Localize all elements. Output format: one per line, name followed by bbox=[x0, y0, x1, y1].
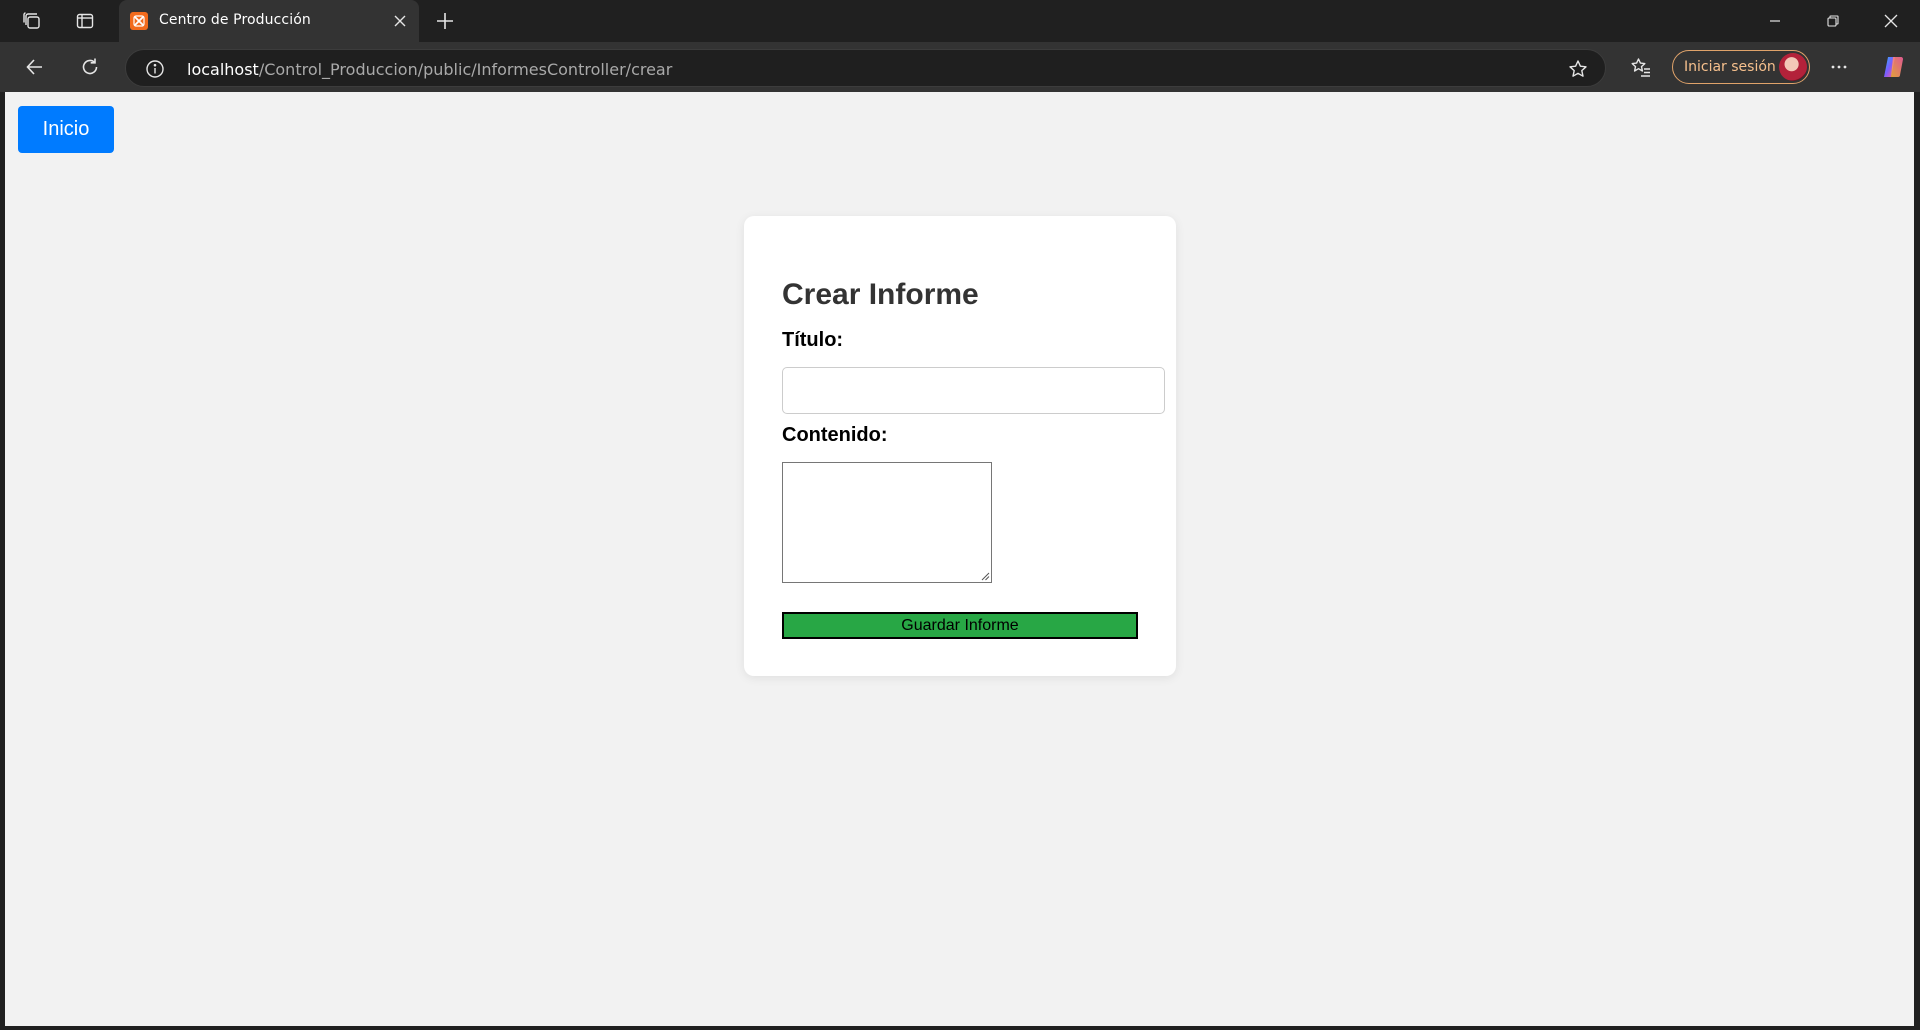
restore-icon[interactable] bbox=[1805, 0, 1861, 42]
favorites-icon[interactable] bbox=[1625, 51, 1657, 83]
resize-grip-icon[interactable] bbox=[980, 571, 990, 581]
create-report-form: Crear Informe Título: Contenido: Guardar… bbox=[744, 216, 1176, 676]
tab-title: Centro de Producción bbox=[159, 12, 311, 28]
content-label: Contenido: bbox=[782, 424, 888, 446]
title-label: Título: bbox=[782, 329, 844, 351]
page-title: Crear Informe bbox=[782, 278, 979, 311]
star-icon[interactable] bbox=[1567, 58, 1589, 80]
back-arrow-icon[interactable] bbox=[19, 51, 51, 83]
info-icon[interactable] bbox=[145, 59, 165, 79]
close-icon[interactable] bbox=[1863, 0, 1919, 42]
active-tab[interactable]: Centro de Producción bbox=[119, 0, 419, 42]
plus-icon[interactable] bbox=[430, 6, 460, 36]
tab-actions-icon[interactable] bbox=[70, 6, 100, 36]
browser-toolbar: localhost/Control_Produccion/public/Info… bbox=[0, 42, 1920, 92]
url-host: localhost bbox=[187, 60, 259, 79]
url-text[interactable]: localhost/Control_Produccion/public/Info… bbox=[187, 60, 672, 79]
save-report-button[interactable]: Guardar Informe bbox=[782, 612, 1138, 639]
browser-tab-bar: Centro de Producción bbox=[0, 0, 1920, 42]
url-path: /Control_Produccion/public/InformesContr… bbox=[258, 60, 673, 79]
signin-label: Iniciar sesión bbox=[1684, 59, 1776, 75]
workspaces-icon[interactable] bbox=[17, 6, 47, 36]
title-input[interactable] bbox=[782, 367, 1165, 414]
content-textarea[interactable] bbox=[782, 462, 992, 583]
more-icon[interactable] bbox=[1823, 51, 1855, 83]
tab-close-icon[interactable] bbox=[389, 10, 411, 32]
xampp-icon bbox=[130, 12, 148, 30]
copilot-icon[interactable] bbox=[1877, 51, 1909, 83]
avatar bbox=[1779, 53, 1807, 81]
minimize-icon[interactable] bbox=[1747, 0, 1803, 42]
address-bar[interactable]: localhost/Control_Produccion/public/Info… bbox=[125, 49, 1606, 87]
refresh-icon[interactable] bbox=[74, 51, 106, 83]
page-viewport: Inicio Crear Informe Título: Contenido: … bbox=[5, 92, 1914, 1026]
signin-button[interactable]: Iniciar sesión bbox=[1672, 50, 1810, 84]
home-button[interactable]: Inicio bbox=[18, 106, 114, 153]
